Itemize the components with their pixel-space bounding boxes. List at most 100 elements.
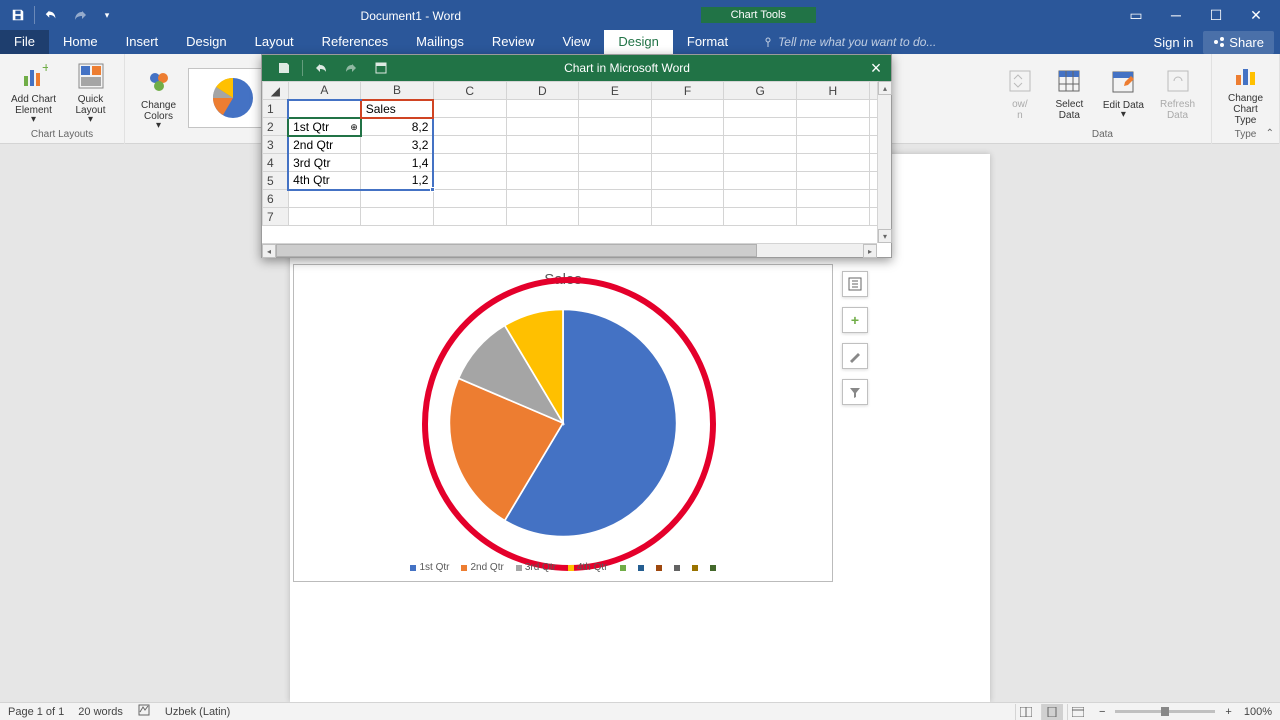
change-chart-type-button[interactable]: Change Chart Type	[1218, 57, 1273, 128]
excel-edit-in-excel-button[interactable]	[369, 56, 393, 80]
zoom-in-button[interactable]: +	[1225, 706, 1231, 718]
zoom-level[interactable]: 100%	[1244, 706, 1272, 718]
tab-references[interactable]: References	[308, 30, 402, 54]
legend-item[interactable]: 4th Qtr	[568, 562, 608, 573]
row-header-5[interactable]: 5	[263, 172, 289, 190]
chart-legend[interactable]: 1st Qtr 2nd Qtr 3rd Qtr 4th Qtr	[410, 562, 715, 573]
maximize-button[interactable]: ☐	[1196, 1, 1236, 29]
legend-item[interactable]: 3rd Qtr	[516, 562, 556, 573]
edit-data-icon	[1107, 66, 1139, 98]
legend-marker	[674, 562, 680, 573]
tab-chart-design[interactable]: Design	[604, 30, 672, 54]
row-header-6[interactable]: 6	[263, 190, 289, 208]
share-button[interactable]: Share	[1203, 31, 1274, 54]
minimize-button[interactable]: ─	[1156, 1, 1196, 29]
col-header-E[interactable]: E	[579, 82, 652, 100]
ribbon-tabs: File Home Insert Design Layout Reference…	[0, 30, 1280, 54]
language-status[interactable]: Uzbek (Latin)	[165, 706, 230, 718]
print-layout-button[interactable]	[1041, 704, 1063, 720]
select-all-corner[interactable]: ◢	[263, 82, 289, 100]
add-chart-element-button[interactable]: + Add Chart Element ▾	[6, 58, 61, 127]
chart-styles-button[interactable]	[842, 343, 868, 369]
legend-item[interactable]: 2nd Qtr	[461, 562, 503, 573]
title-bar: ▾ Document1 - Word Chart Tools ▭ ─ ☐ ✕	[0, 0, 1280, 30]
cell-cursor-icon: ⊕	[350, 122, 358, 133]
excel-save-button[interactable]	[272, 56, 296, 80]
col-header-F[interactable]: F	[651, 82, 724, 100]
col-header-A[interactable]: A	[288, 82, 361, 100]
col-header-D[interactable]: D	[506, 82, 579, 100]
cell-A3[interactable]: 2nd Qtr	[288, 136, 361, 154]
tab-mailings[interactable]: Mailings	[402, 30, 478, 54]
scroll-up-arrow[interactable]: ▴	[878, 81, 892, 95]
save-button[interactable]	[4, 1, 32, 29]
quick-layout-button[interactable]: Quick Layout ▾	[63, 58, 118, 127]
cell-B3[interactable]: 3,2	[361, 136, 434, 154]
zoom-out-button[interactable]: −	[1099, 706, 1105, 718]
excel-vertical-scrollbar[interactable]: ▴ ▾	[877, 81, 891, 243]
tab-home[interactable]: Home	[49, 30, 112, 54]
cell-B1[interactable]: Sales	[361, 100, 434, 118]
cell-A4[interactable]: 3rd Qtr	[288, 154, 361, 172]
collapse-ribbon-button[interactable]: ⌃	[1266, 128, 1274, 139]
close-button[interactable]: ✕	[1236, 1, 1276, 29]
cell-B5[interactable]: 1,2	[361, 172, 434, 190]
chart-object[interactable]: Sales 1st Qtr2nd Qtr3rd Qtr4th Qtr +	[293, 264, 833, 582]
scroll-right-arrow[interactable]: ▸	[863, 244, 877, 258]
col-header-G[interactable]: G	[724, 82, 797, 100]
scroll-left-arrow[interactable]: ◂	[262, 244, 276, 258]
ribbon-display-options-icon[interactable]: ▭	[1116, 1, 1156, 29]
tab-design[interactable]: Design	[172, 30, 240, 54]
web-layout-button[interactable]	[1067, 704, 1089, 720]
tab-view[interactable]: View	[548, 30, 604, 54]
cell-A2[interactable]: 1st Qtr⊕	[288, 118, 361, 136]
redo-button[interactable]	[65, 1, 93, 29]
row-header-2[interactable]: 2	[263, 118, 289, 136]
row-header-3[interactable]: 3	[263, 136, 289, 154]
cell-A5[interactable]: 4th Qtr	[288, 172, 361, 190]
cell-B4[interactable]: 1,4	[361, 154, 434, 172]
chart-filters-button[interactable]	[842, 379, 868, 405]
excel-horizontal-scrollbar[interactable]: ◂ ▸	[262, 243, 877, 257]
change-colors-icon	[143, 66, 175, 98]
proofing-icon[interactable]	[137, 703, 151, 720]
col-header-H[interactable]: H	[797, 82, 870, 100]
chart-elements-button[interactable]: +	[842, 307, 868, 333]
layout-options-button[interactable]	[842, 271, 868, 297]
excel-undo-button[interactable]	[309, 56, 333, 80]
hscroll-thumb[interactable]	[276, 244, 757, 257]
sign-in-link[interactable]: Sign in	[1154, 35, 1194, 50]
svg-text:+: +	[42, 62, 48, 75]
select-data-button[interactable]: Select Data	[1042, 63, 1097, 123]
tell-me-search[interactable]: Tell me what you want to do...	[742, 35, 936, 49]
page-count[interactable]: Page 1 of 1	[8, 706, 64, 718]
edit-data-button[interactable]: Edit Data ▾	[1099, 64, 1148, 122]
col-header-C[interactable]: C	[433, 82, 506, 100]
annotation-circle	[422, 277, 716, 571]
quick-layout-icon	[75, 60, 107, 92]
row-header-4[interactable]: 4	[263, 154, 289, 172]
zoom-slider[interactable]	[1115, 710, 1215, 713]
excel-close-button[interactable]: ×	[861, 58, 891, 79]
fill-handle[interactable]	[430, 187, 435, 192]
tab-insert[interactable]: Insert	[112, 30, 173, 54]
zoom-thumb[interactable]	[1161, 707, 1169, 716]
col-header-B[interactable]: B	[361, 82, 434, 100]
tab-format[interactable]: Format	[673, 30, 742, 54]
tab-file[interactable]: File	[0, 30, 49, 54]
change-colors-button[interactable]: Change Colors ▾	[131, 64, 186, 133]
legend-item[interactable]: 1st Qtr	[410, 562, 449, 573]
read-mode-button[interactable]	[1015, 704, 1037, 720]
row-header-1[interactable]: 1	[263, 100, 289, 118]
tab-review[interactable]: Review	[478, 30, 549, 54]
excel-data-grid[interactable]: ◢ A B C D E F G H I 1Sales 21st Qtr⊕8,2 …	[262, 81, 891, 226]
row-header-7[interactable]: 7	[263, 208, 289, 226]
customize-qat-dropdown[interactable]: ▾	[93, 1, 121, 29]
tab-layout[interactable]: Layout	[241, 30, 308, 54]
word-count[interactable]: 20 words	[78, 706, 123, 718]
legend-marker	[638, 562, 644, 573]
scroll-down-arrow[interactable]: ▾	[878, 229, 892, 243]
excel-redo-button[interactable]	[339, 56, 363, 80]
cell-B2[interactable]: 8,2	[361, 118, 434, 136]
undo-button[interactable]	[37, 1, 65, 29]
